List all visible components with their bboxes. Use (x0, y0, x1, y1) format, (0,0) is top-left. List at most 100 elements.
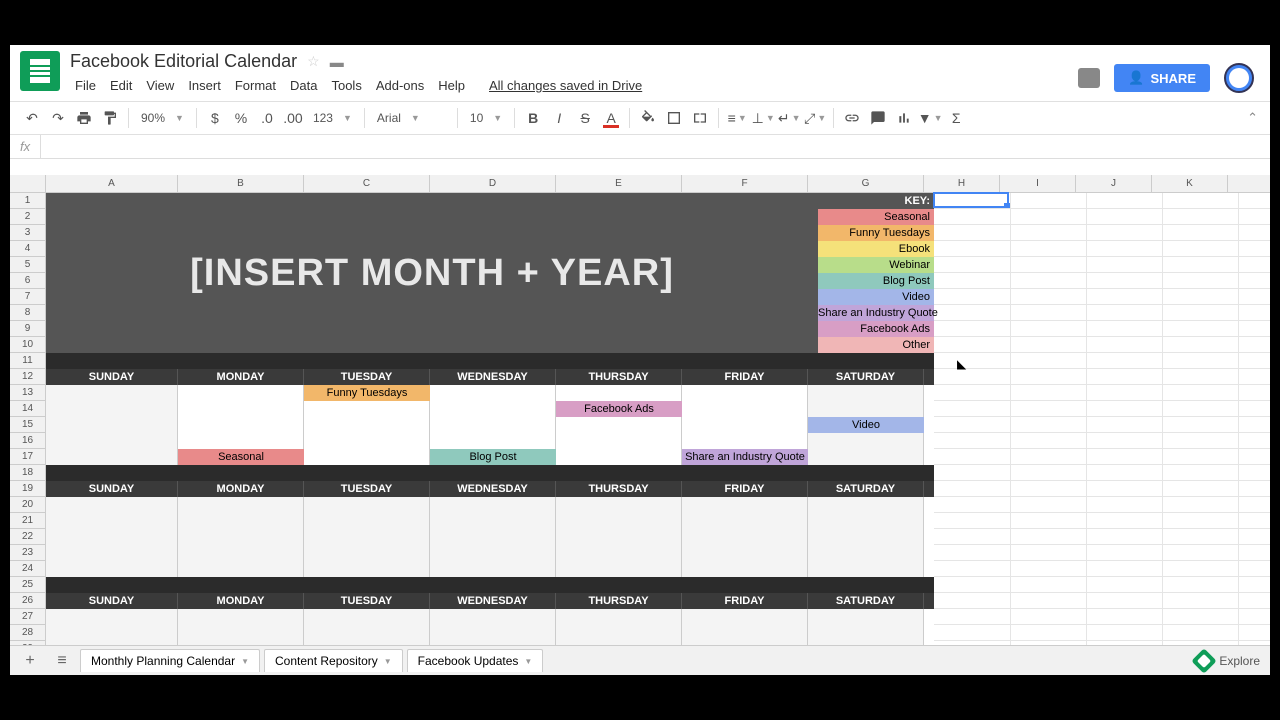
calendar-entry[interactable]: Facebook Ads (556, 401, 682, 417)
font-dropdown[interactable]: Arial▼ (371, 111, 451, 125)
menu-tools[interactable]: Tools (326, 76, 366, 95)
day-cell[interactable] (304, 497, 430, 577)
horizontal-align-icon[interactable]: ≡▼ (725, 106, 749, 130)
day-cell[interactable] (682, 609, 808, 645)
select-all-corner[interactable] (10, 175, 46, 193)
share-button[interactable]: 👤 SHARE (1114, 64, 1210, 92)
row-header[interactable]: 15 (10, 417, 45, 433)
column-header[interactable]: B (178, 175, 304, 192)
column-header[interactable]: E (556, 175, 682, 192)
row-header[interactable]: 11 (10, 353, 45, 369)
row-header[interactable]: 1 (10, 193, 45, 209)
collapse-toolbar-icon[interactable]: ⌃ (1247, 110, 1258, 126)
number-format-dropdown[interactable]: 123▼ (307, 111, 358, 125)
calendar-entry[interactable]: Share an Industry Quote (682, 449, 808, 465)
bold-icon[interactable]: B (521, 106, 545, 130)
menu-addons[interactable]: Add-ons (371, 76, 429, 95)
row-header[interactable]: 9 (10, 321, 45, 337)
day-cell[interactable] (808, 497, 924, 577)
menu-view[interactable]: View (141, 76, 179, 95)
column-header[interactable]: I (1000, 175, 1076, 192)
insert-chart-icon[interactable] (892, 106, 916, 130)
increase-decimal-icon[interactable]: .00 (281, 106, 305, 130)
day-cell[interactable] (46, 609, 178, 645)
borders-icon[interactable] (662, 106, 686, 130)
menu-data[interactable]: Data (285, 76, 322, 95)
all-sheets-button[interactable]: ≡ (48, 650, 76, 672)
day-cell[interactable] (808, 609, 924, 645)
row-header[interactable]: 7 (10, 289, 45, 305)
column-header[interactable]: J (1076, 175, 1152, 192)
tab-facebook-updates[interactable]: Facebook Updates▼ (407, 649, 544, 672)
add-sheet-button[interactable]: + (16, 650, 44, 672)
day-cell[interactable] (46, 385, 178, 465)
insert-link-icon[interactable] (840, 106, 864, 130)
row-header[interactable]: 3 (10, 225, 45, 241)
row-header[interactable]: 13 (10, 385, 45, 401)
folder-icon[interactable]: ▬ (330, 54, 344, 70)
row-header[interactable]: 5 (10, 257, 45, 273)
menu-file[interactable]: File (70, 76, 101, 95)
row-header[interactable]: 23 (10, 545, 45, 561)
row-header[interactable]: 22 (10, 529, 45, 545)
column-header[interactable]: C (304, 175, 430, 192)
vertical-align-icon[interactable]: ⊥▼ (751, 106, 775, 130)
day-cell[interactable] (430, 609, 556, 645)
insert-comment-icon[interactable] (866, 106, 890, 130)
column-header[interactable]: A (46, 175, 178, 192)
calendar-entry[interactable]: Funny Tuesdays (304, 385, 430, 401)
menu-edit[interactable]: Edit (105, 76, 137, 95)
row-header[interactable]: 20 (10, 497, 45, 513)
undo-icon[interactable]: ↶ (20, 106, 44, 130)
day-cell[interactable] (556, 609, 682, 645)
fill-color-icon[interactable] (636, 106, 660, 130)
day-cell[interactable] (556, 385, 682, 465)
calendar-entry[interactable]: Blog Post (430, 449, 556, 465)
text-wrap-icon[interactable]: ↵▼ (777, 106, 801, 130)
print-icon[interactable] (72, 106, 96, 130)
row-header[interactable]: 24 (10, 561, 45, 577)
explore-button[interactable]: Explore (1195, 652, 1260, 670)
row-header[interactable]: 19 (10, 481, 45, 497)
currency-icon[interactable]: $ (203, 106, 227, 130)
zoom-dropdown[interactable]: 90%▼ (135, 111, 190, 125)
star-icon[interactable]: ☆ (307, 53, 320, 70)
row-header[interactable]: 21 (10, 513, 45, 529)
row-header[interactable]: 25 (10, 577, 45, 593)
banner-title[interactable]: [INSERT MONTH + YEAR] (190, 252, 674, 295)
row-header[interactable]: 2 (10, 209, 45, 225)
column-header[interactable]: D (430, 175, 556, 192)
text-color-icon[interactable]: A (599, 106, 623, 130)
redo-icon[interactable]: ↷ (46, 106, 70, 130)
strikethrough-icon[interactable]: S (573, 106, 597, 130)
day-cell[interactable] (682, 497, 808, 577)
row-header[interactable]: 17 (10, 449, 45, 465)
decrease-decimal-icon[interactable]: .0 (255, 106, 279, 130)
menu-insert[interactable]: Insert (183, 76, 226, 95)
day-cell[interactable] (178, 497, 304, 577)
day-cell[interactable] (556, 497, 682, 577)
column-header[interactable]: H (924, 175, 1000, 192)
day-cell[interactable] (178, 609, 304, 645)
merge-cells-icon[interactable] (688, 106, 712, 130)
row-header[interactable]: 16 (10, 433, 45, 449)
row-header[interactable]: 26 (10, 593, 45, 609)
column-header[interactable]: K (1152, 175, 1228, 192)
percent-icon[interactable]: % (229, 106, 253, 130)
font-size-dropdown[interactable]: 10▼ (464, 111, 508, 125)
row-header[interactable]: 12 (10, 369, 45, 385)
day-cell[interactable] (430, 497, 556, 577)
day-cell[interactable] (304, 609, 430, 645)
row-header[interactable]: 18 (10, 465, 45, 481)
row-header[interactable]: 10 (10, 337, 45, 353)
menu-help[interactable]: Help (433, 76, 470, 95)
row-header[interactable]: 27 (10, 609, 45, 625)
menu-format[interactable]: Format (230, 76, 281, 95)
row-header[interactable]: 4 (10, 241, 45, 257)
filter-icon[interactable]: ▼▼ (918, 106, 942, 130)
column-header[interactable]: G (808, 175, 924, 192)
row-header[interactable]: 14 (10, 401, 45, 417)
paint-format-icon[interactable] (98, 106, 122, 130)
text-rotation-icon[interactable]: ⤢▼ (803, 106, 827, 130)
italic-icon[interactable]: I (547, 106, 571, 130)
